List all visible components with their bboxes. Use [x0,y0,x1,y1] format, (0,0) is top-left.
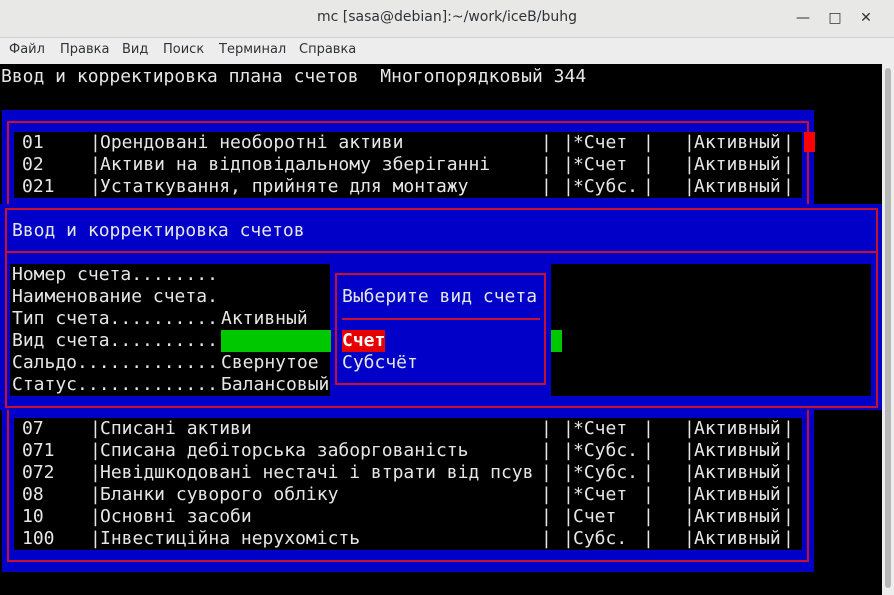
field-account-kind-input[interactable] [221,330,331,352]
menu-edit[interactable]: Правка [60,42,109,57]
cursor-marker [551,330,562,352]
window-title: mc [sasa@debian]:~/work/iceB/buhg [317,9,577,25]
row-num: 02 [22,154,44,175]
row-name: Бланки суворого обліку [100,484,339,505]
row-num: 071 [22,440,55,461]
field-account-kind-label: Вид счета.......... [12,330,218,351]
row-status: Активный [694,462,781,483]
row-type: Субс. [573,528,628,549]
row-name: Активи на відповідальному зберіганні [100,154,491,175]
field-account-type-value[interactable]: Активный [221,308,308,330]
menu-view[interactable]: Вид [122,42,148,57]
row-type: *Счет [573,418,628,439]
row-num: 08 [22,484,44,505]
close-icon[interactable]: ✕ [857,9,875,27]
row-num: 01 [22,132,44,153]
row-name: Невідшкодовані нестачі і втрати від псув [100,462,534,483]
row-name: Інвестиційна нерухомість [100,528,361,549]
list-scroll-marker [804,132,815,152]
row-name: Основні засоби [100,506,252,527]
row-type: *Счет [573,132,628,153]
row-num: 10 [22,506,44,527]
row-name: Орендовані необоротні активи [100,132,404,153]
field-saldo-label: Сальдо............. [12,352,218,373]
dialog-title-separator [7,251,876,253]
row-status: Активный [694,506,781,527]
field-account-type-label: Тип счета.......... [12,308,218,329]
maximize-icon[interactable]: □ [826,9,844,27]
row-name: Списані активи [100,418,252,439]
row-name: Списана дебіторська заборгованість [100,440,469,461]
window-titlebar[interactable]: mc [sasa@debian]:~/work/iceB/buhg — □ ✕ [0,0,894,38]
row-type: *Счет [573,484,628,505]
row-status: Активный [694,418,781,439]
field-status-label: Статус............. [12,374,218,395]
field-saldo-value[interactable]: Свернутое [221,352,319,374]
row-type: *Субс. [573,462,639,483]
row-status: Активный [694,484,781,505]
dialog-title: Ввод и корректировка счетов [12,220,305,241]
field-account-number-label: Номер счета........ [12,264,218,285]
minimize-icon[interactable]: — [794,9,812,27]
row-type: *Субс. [573,176,639,197]
row-num: 072 [22,462,55,483]
field-account-name-label: Наименование счета. [12,286,218,307]
chooser-option-subaccount[interactable]: Субсчёт [342,352,418,374]
menu-help[interactable]: Справка [299,42,356,57]
menu-file[interactable]: Файл [9,42,45,57]
right-fields-area [551,264,871,396]
row-type: *Счет [573,154,628,175]
row-num: 021 [22,176,55,197]
row-num: 07 [22,418,44,439]
row-num: 100 [22,528,55,549]
row-status: Активный [694,176,781,197]
chooser-option-account[interactable]: Счет [342,330,386,352]
menu-search[interactable]: Поиск [163,42,204,57]
row-type: *Субс. [573,440,639,461]
menu-bar: Файл Правка Вид Поиск Терминал Справка [0,38,894,64]
header-line: Ввод и корректировка плана счетов Многоп… [1,66,587,87]
menu-terminal[interactable]: Терминал [219,42,286,57]
row-name: Устаткування, прийняте для монтажу [100,176,469,197]
terminal-scrollbar-thumb[interactable] [885,68,891,588]
field-status-value[interactable]: Балансовый [221,374,329,396]
row-status: Активный [694,154,781,175]
row-status: Активный [694,440,781,461]
chooser-separator [342,318,540,320]
row-status: Активный [694,132,781,153]
terminal-area[interactable]: Ввод и корректировка плана счетов Многоп… [0,64,882,595]
row-status: Активный [694,528,781,549]
row-type: Счет [573,506,617,527]
chooser-title: Выберите вид счета [342,286,538,307]
